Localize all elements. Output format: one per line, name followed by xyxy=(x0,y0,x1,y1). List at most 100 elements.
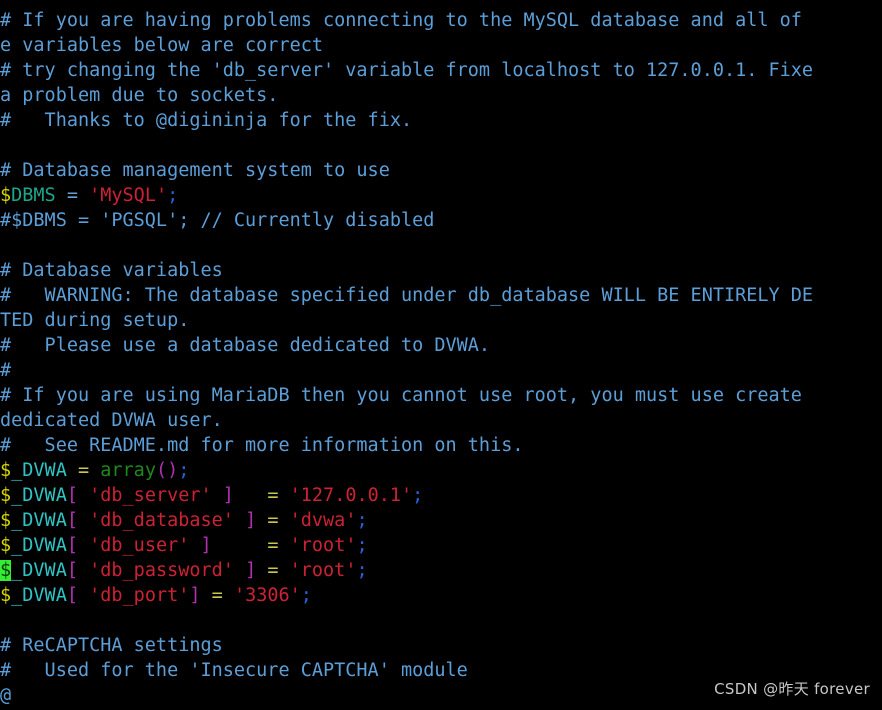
code-token: ; xyxy=(412,485,424,506)
code-token: 'db_port' xyxy=(89,585,190,606)
code-token: = xyxy=(77,460,90,481)
code-token: $ xyxy=(0,485,12,506)
code-token: $ xyxy=(0,585,12,606)
code-token: ; xyxy=(178,460,190,481)
code-token: = xyxy=(211,585,223,606)
code-line[interactable]: # xyxy=(0,358,882,383)
code-token: $ xyxy=(0,185,12,206)
code-token: #$DBMS = 'PGSQL'; // Currently disabled xyxy=(0,210,435,231)
code-token: = xyxy=(267,535,279,556)
code-line[interactable]: $_DVWA[ 'db_user' ] = 'root'; xyxy=(0,533,882,558)
terminal-window[interactable]: # If you are having problems connecting … xyxy=(0,0,882,710)
code-token: 'db_password' xyxy=(89,560,234,581)
code-line[interactable]: # Used for the 'Insecure CAPTCHA' module xyxy=(0,658,882,683)
code-token: ] xyxy=(200,535,212,556)
code-line[interactable]: TED during setup. xyxy=(0,308,882,333)
code-line[interactable]: $_DVWA[ 'db_password' ] = 'root'; xyxy=(0,558,882,583)
code-line[interactable]: $_DVWA[ 'db_port'] = '3306'; xyxy=(0,583,882,608)
code-line[interactable]: # WARNING: The database specified under … xyxy=(0,283,882,308)
code-token: [ xyxy=(66,535,78,556)
code-token: _DVWA xyxy=(11,510,67,531)
code-token: _DVWA xyxy=(11,485,67,506)
code-token: # xyxy=(0,360,12,381)
code-line[interactable] xyxy=(0,608,882,633)
code-token: _DVWA xyxy=(11,460,67,481)
code-line[interactable]: # Please use a database dedicated to DVW… xyxy=(0,333,882,358)
code-token: ; xyxy=(167,185,179,206)
code-token: '127.0.0.1' xyxy=(289,485,413,506)
code-token: # Used for the 'Insecure CAPTCHA' module xyxy=(0,660,468,681)
code-line[interactable]: # If you are using MariaDB then you cann… xyxy=(0,383,882,408)
code-token: = xyxy=(267,560,279,581)
code-token: [ xyxy=(66,485,78,506)
code-line[interactable]: $DBMS = 'MySQL'; xyxy=(0,183,882,208)
code-token: DBMS xyxy=(11,185,56,206)
code-token: array xyxy=(100,460,156,481)
code-token: = xyxy=(267,510,279,531)
code-line[interactable]: #$DBMS = 'PGSQL'; // Currently disabled xyxy=(0,208,882,233)
code-token: 'root' xyxy=(289,535,357,556)
code-token: = xyxy=(267,485,279,506)
code-token: # Database management system to use xyxy=(0,160,390,181)
code-line[interactable]: $_DVWA = array(); xyxy=(0,458,882,483)
code-token: 'dvwa' xyxy=(289,510,357,531)
code-line[interactable]: a problem due to sockets. xyxy=(0,83,882,108)
code-token: $ xyxy=(0,510,12,531)
text-cursor: $ xyxy=(0,560,12,581)
code-token: # Database variables xyxy=(0,260,223,281)
code-line[interactable]: $_DVWA[ 'db_database' ] = 'dvwa'; xyxy=(0,508,882,533)
code-token: = xyxy=(66,185,78,206)
code-line[interactable]: # try changing the 'db_server' variable … xyxy=(0,58,882,83)
code-token: # Thanks to @digininja for the fix. xyxy=(0,110,413,131)
code-token: # If you are using MariaDB then you cann… xyxy=(0,385,802,406)
code-token: e variables below are correct xyxy=(0,35,324,56)
code-line[interactable]: @ xyxy=(0,683,882,708)
code-editor-area[interactable]: # If you are having problems connecting … xyxy=(0,8,882,708)
code-token: $ xyxy=(0,460,12,481)
code-token: # If you are having problems connecting … xyxy=(0,10,802,31)
code-token: 'db_server' xyxy=(89,485,212,506)
code-line[interactable]: # See README.md for more information on … xyxy=(0,433,882,458)
code-token: '3306' xyxy=(233,585,301,606)
code-token: [ xyxy=(66,585,78,606)
code-token: ] xyxy=(222,485,234,506)
code-line[interactable]: $_DVWA[ 'db_server' ] = '127.0.0.1'; xyxy=(0,483,882,508)
code-token: # ReCAPTCHA settings xyxy=(0,635,223,656)
code-token: a problem due to sockets. xyxy=(0,85,279,106)
code-line[interactable]: # If you are having problems connecting … xyxy=(0,8,882,33)
code-line[interactable]: # Database variables xyxy=(0,258,882,283)
code-token: ; xyxy=(300,585,312,606)
code-token: 'db_database' xyxy=(89,510,234,531)
code-token: 'MySQL' xyxy=(89,185,168,206)
code-line[interactable]: # Database management system to use xyxy=(0,158,882,183)
code-line[interactable]: # ReCAPTCHA settings xyxy=(0,633,882,658)
code-token: $ xyxy=(0,535,12,556)
code-token: _DVWA xyxy=(11,535,67,556)
code-line[interactable] xyxy=(0,133,882,158)
code-token: _DVWA xyxy=(11,560,67,581)
code-line[interactable]: dedicated DVWA user. xyxy=(0,408,882,433)
code-line[interactable]: e variables below are correct xyxy=(0,33,882,58)
code-line[interactable] xyxy=(0,233,882,258)
code-line[interactable]: # Thanks to @digininja for the fix. xyxy=(0,108,882,133)
code-token: dedicated DVWA user. xyxy=(0,410,223,431)
code-token: # Please use a database dedicated to DVW… xyxy=(0,335,491,356)
code-token: ; xyxy=(356,560,368,581)
